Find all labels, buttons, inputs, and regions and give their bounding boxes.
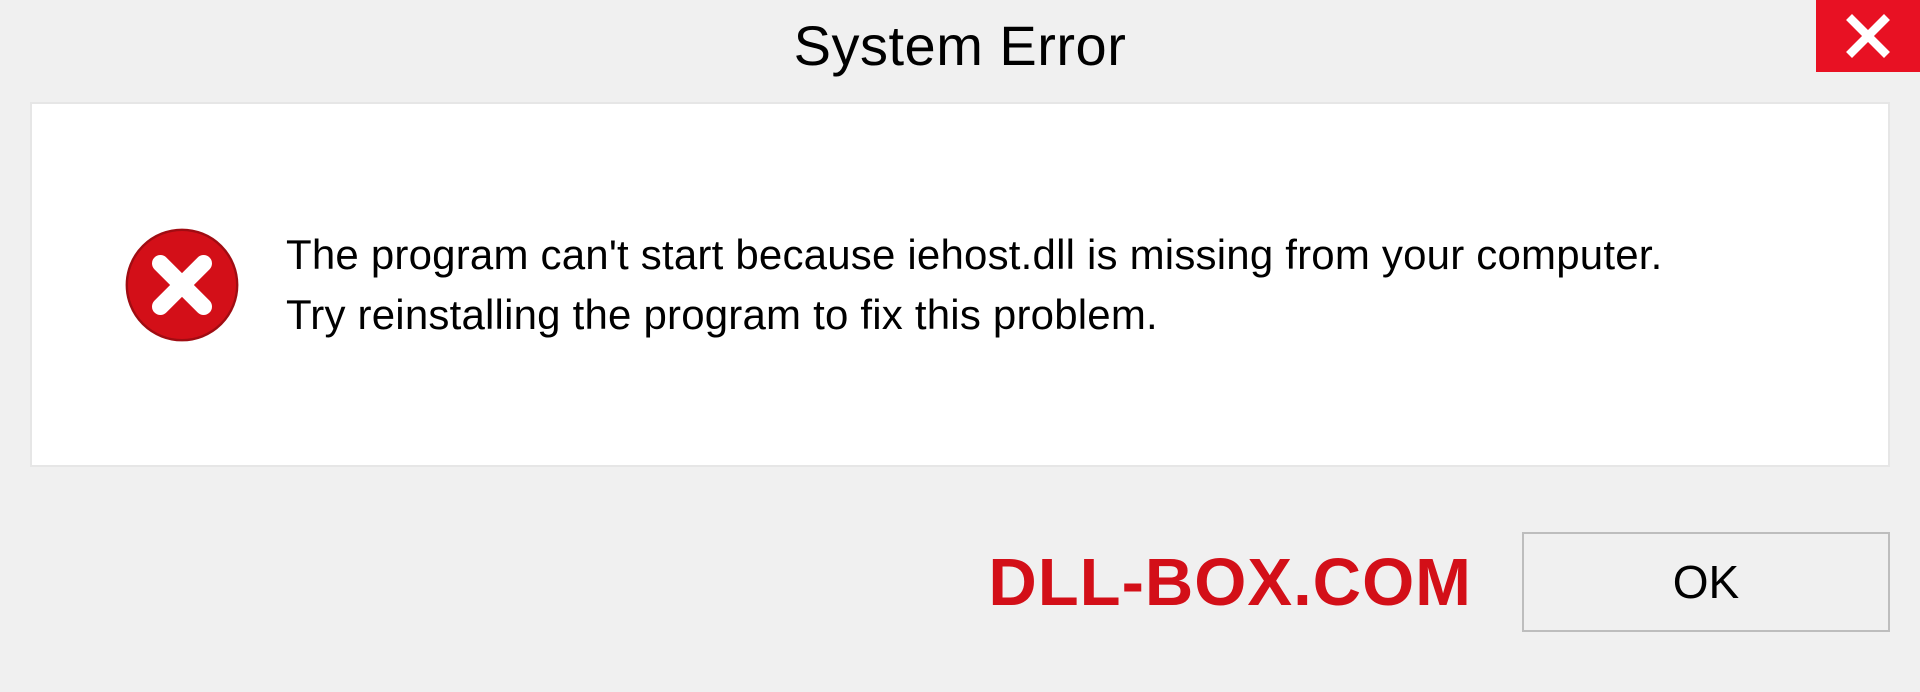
watermark-text: DLL-BOX.COM (988, 544, 1472, 621)
ok-button[interactable]: OK (1522, 532, 1890, 632)
message-line-1: The program can't start because iehost.d… (286, 228, 1663, 282)
titlebar: System Error (0, 0, 1920, 90)
dialog-title: System Error (794, 13, 1127, 78)
message-text: The program can't start because iehost.d… (286, 228, 1663, 342)
close-button[interactable] (1816, 0, 1920, 72)
message-line-2: Try reinstalling the program to fix this… (286, 288, 1663, 342)
dialog-footer: DLL-BOX.COM OK (30, 502, 1890, 662)
error-icon (122, 225, 242, 345)
close-icon (1844, 12, 1892, 60)
message-panel: The program can't start because iehost.d… (30, 102, 1890, 467)
